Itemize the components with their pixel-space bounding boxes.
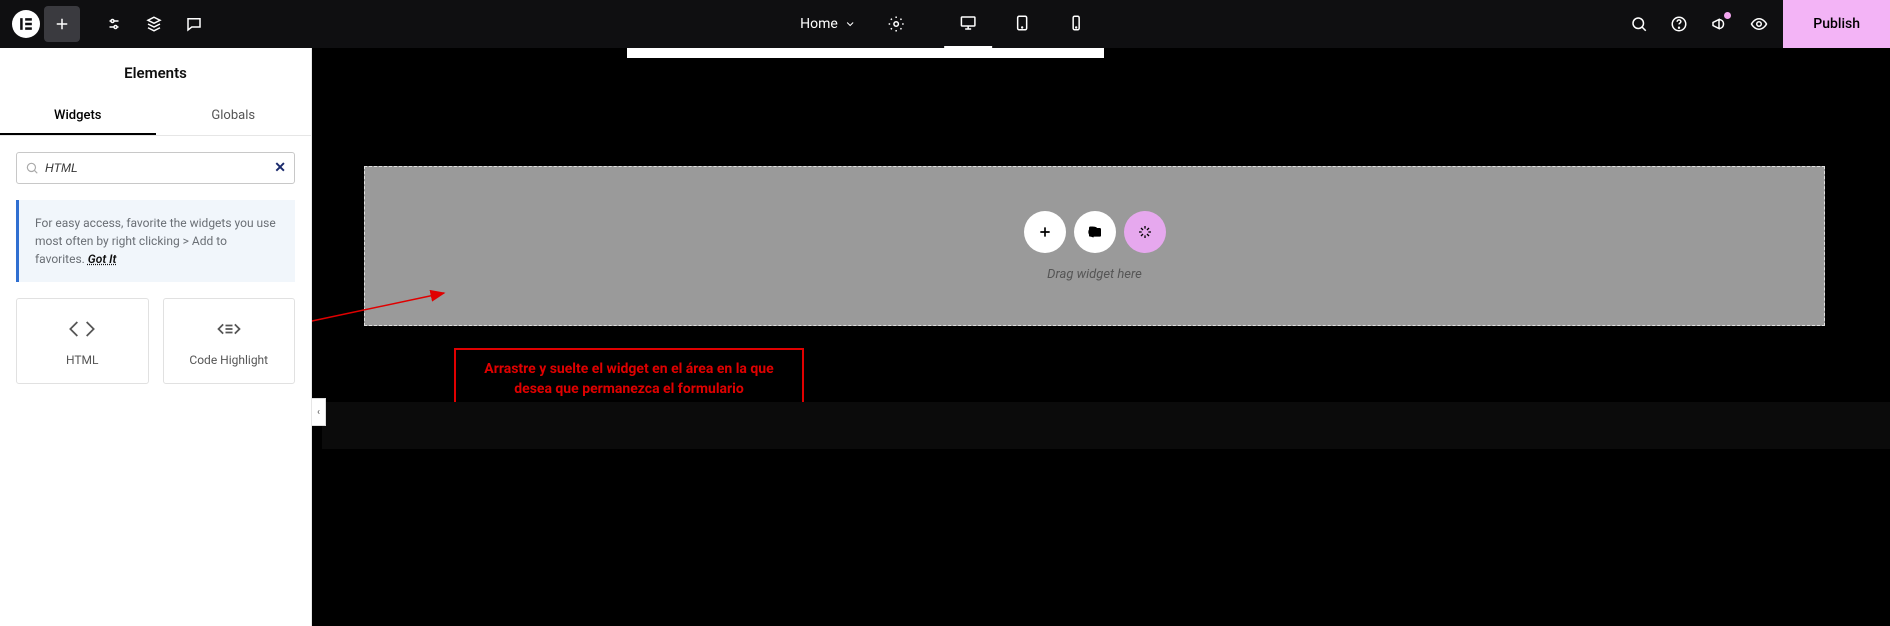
panel-collapse-handle[interactable]: ‹ [312,398,326,426]
desktop-view-button[interactable] [944,0,992,48]
clear-search-button[interactable]: ✕ [274,160,286,176]
finder-search-button[interactable] [1621,6,1657,42]
panel-tabs: Widgets Globals [0,98,311,136]
responsive-group [944,0,1100,48]
elementor-logo[interactable] [12,10,40,38]
canvas-footer-placeholder [322,402,1890,449]
toolbar-left-group [0,6,212,42]
annotation-text: Arrastre y suelte el widget en el área e… [474,360,784,399]
elements-panel: Elements Widgets Globals ✕ For easy acce… [0,48,312,626]
add-template-button[interactable] [1074,211,1116,253]
add-element-button[interactable] [44,6,80,42]
panel-title: Elements [0,48,311,98]
chevron-down-icon [844,18,856,30]
widget-search-box: ✕ [16,152,295,184]
tip-text: For easy access, favorite the widgets yo… [35,216,276,266]
widget-html[interactable]: HTML [16,298,149,384]
favorites-tip: For easy access, favorite the widgets yo… [16,200,295,282]
structure-button[interactable] [136,6,172,42]
top-toolbar: Home [0,0,1890,48]
whats-new-button[interactable] [1701,6,1737,42]
widget-search-input[interactable] [45,161,268,175]
publish-button[interactable]: Publish [1783,0,1890,48]
canvas-header-placeholder [627,48,1104,58]
toolbar-right-group: Publish [1621,0,1890,48]
section-drop-zone[interactable]: Drag widget here [364,166,1825,326]
page-selector[interactable]: Home [790,0,866,48]
tip-got-it-link[interactable]: Got It [88,252,117,266]
drop-hint-text: Drag widget here [1047,267,1142,282]
ai-generate-button[interactable] [1124,211,1166,253]
site-settings-button[interactable] [96,6,132,42]
widget-label: Code Highlight [189,353,268,367]
tab-widgets[interactable]: Widgets [0,98,156,135]
page-settings-button[interactable] [878,6,914,42]
tab-globals[interactable]: Globals [156,98,312,135]
search-icon [25,161,39,175]
drop-zone-actions [1024,211,1166,253]
help-button[interactable] [1661,6,1697,42]
preview-button[interactable] [1741,6,1777,42]
notes-button[interactable] [176,6,212,42]
mobile-view-button[interactable] [1052,0,1100,48]
editor-canvas: Drag widget here Arrastre y suelte el wi… [312,48,1890,626]
widgets-grid: HTML Code Highlight [0,298,311,384]
toolbar-center-group: Home [790,0,1100,48]
code-icon [68,315,96,343]
code-highlight-icon [215,315,243,343]
add-section-button[interactable] [1024,211,1066,253]
widget-code-highlight[interactable]: Code Highlight [163,298,296,384]
widget-label: HTML [66,353,99,367]
notification-dot-icon [1724,12,1731,19]
tablet-view-button[interactable] [998,0,1046,48]
page-name-label: Home [800,16,838,32]
publish-label: Publish [1813,16,1860,32]
